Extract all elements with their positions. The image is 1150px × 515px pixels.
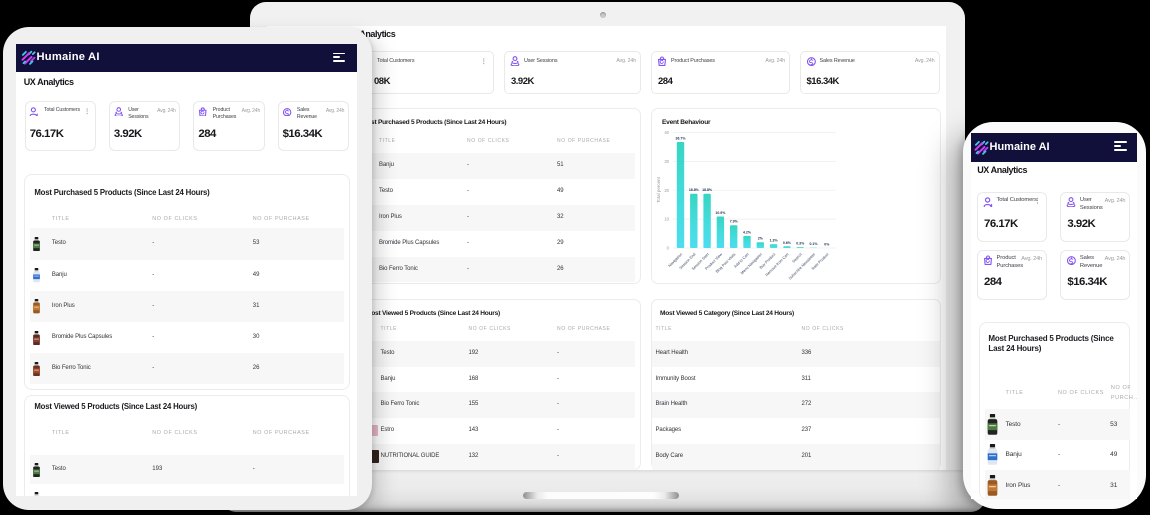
svg-text:1.3%: 1.3% bbox=[770, 239, 779, 243]
svg-text:10: 10 bbox=[664, 217, 669, 222]
svg-text:10.9%: 10.9% bbox=[715, 211, 726, 215]
svg-text:7.9%: 7.9% bbox=[730, 220, 739, 224]
svg-text:4.2%: 4.2% bbox=[743, 230, 752, 234]
svg-text:0.1%: 0.1% bbox=[810, 242, 819, 246]
svg-text:0.3%: 0.3% bbox=[796, 242, 805, 246]
svg-text:30: 30 bbox=[664, 159, 669, 164]
svg-text:2%: 2% bbox=[758, 237, 764, 241]
svg-text:0%: 0% bbox=[824, 243, 830, 247]
svg-text:36.7%: 36.7% bbox=[676, 137, 687, 141]
svg-text:40: 40 bbox=[664, 130, 669, 135]
svg-text:18.8%: 18.8% bbox=[689, 188, 700, 192]
svg-text:Total percent: Total percent bbox=[656, 176, 661, 203]
svg-text:Search: Search bbox=[792, 252, 803, 263]
svg-text:0: 0 bbox=[667, 246, 670, 251]
svg-text:Remove from Cart: Remove from Cart bbox=[765, 252, 790, 277]
svg-text:20: 20 bbox=[664, 188, 669, 193]
svg-text:18.8%: 18.8% bbox=[702, 188, 713, 192]
svg-text:0.6%: 0.6% bbox=[783, 241, 792, 245]
